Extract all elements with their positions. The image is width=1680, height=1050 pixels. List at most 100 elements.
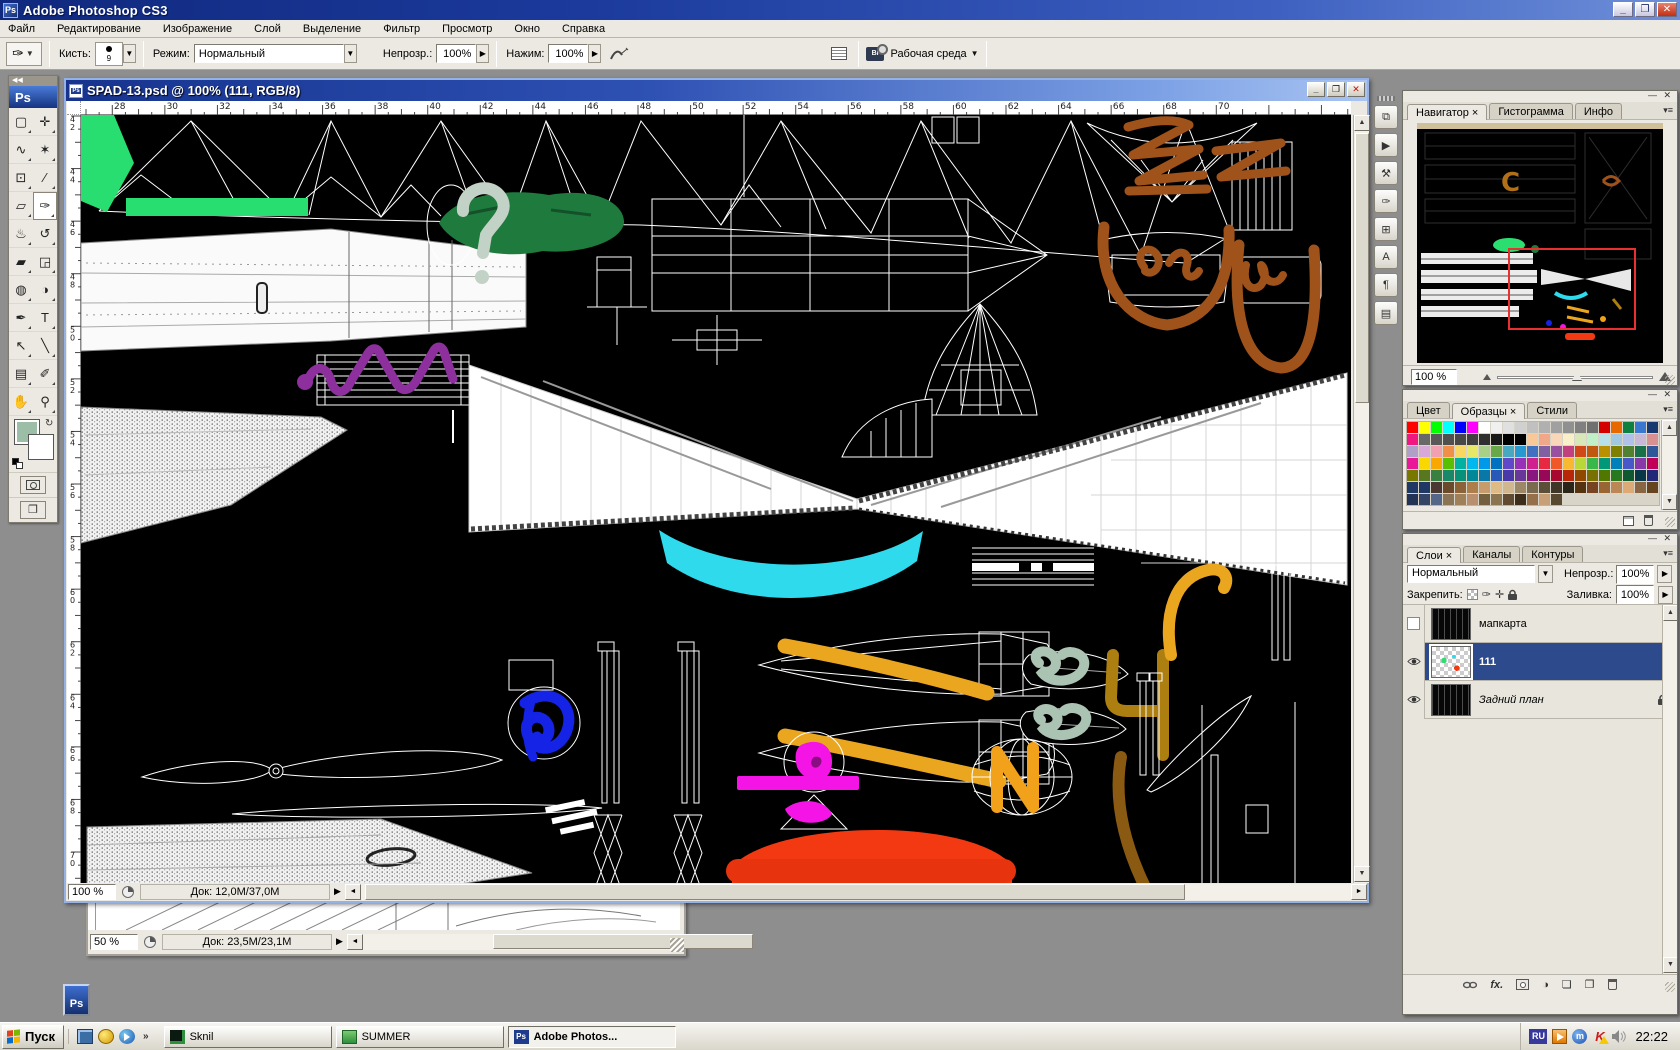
visibility-eye-icon[interactable] xyxy=(1403,642,1425,681)
color-swatch[interactable] xyxy=(1599,446,1610,457)
color-swatch[interactable] xyxy=(1623,422,1634,433)
color-swatch[interactable] xyxy=(1539,422,1550,433)
color-swatch[interactable] xyxy=(1479,434,1490,445)
color-swatch[interactable] xyxy=(1575,434,1586,445)
color-swatch[interactable] xyxy=(1575,458,1586,469)
color-swatch[interactable] xyxy=(1431,446,1442,457)
vscroll-thumb[interactable] xyxy=(1355,133,1369,403)
color-swatch[interactable] xyxy=(1635,482,1646,493)
layer-thumbnail[interactable] xyxy=(1429,643,1473,680)
mode-dropdown-arrow[interactable]: ▼ xyxy=(343,44,357,63)
tool-crop[interactable]: ⊡ xyxy=(9,164,33,192)
color-swatch[interactable] xyxy=(1443,470,1454,481)
color-swatch[interactable] xyxy=(1539,458,1550,469)
color-swatch[interactable] xyxy=(1551,446,1562,457)
toolbox-collapse-grip[interactable]: ◀◀ xyxy=(9,76,57,86)
color-swatch[interactable] xyxy=(1515,482,1526,493)
color-swatch[interactable] xyxy=(1551,470,1562,481)
color-swatch[interactable] xyxy=(1467,422,1478,433)
color-swatch[interactable] xyxy=(1611,482,1622,493)
color-swatch[interactable] xyxy=(1407,446,1418,457)
color-swatch[interactable] xyxy=(1467,446,1478,457)
tool-preset-picker[interactable]: ✑ ▼ xyxy=(6,41,42,66)
color-swatch[interactable] xyxy=(1467,494,1478,505)
task-button-Adobe Photos...[interactable]: Ps Adobe Photos... xyxy=(507,1025,676,1048)
color-swatch[interactable] xyxy=(1599,470,1610,481)
layer-thumbnail[interactable] xyxy=(1431,607,1471,640)
layer-thumbnail[interactable] xyxy=(1431,683,1471,716)
task-button-Sknil[interactable]: Sknil xyxy=(163,1025,332,1048)
color-swatch[interactable] xyxy=(1491,434,1502,445)
color-swatch[interactable] xyxy=(1455,458,1466,469)
tool-move[interactable]: ✛ xyxy=(33,108,57,136)
quick-mask-button[interactable] xyxy=(20,476,46,494)
color-swatch[interactable] xyxy=(1563,470,1574,481)
layer-blend-mode-select[interactable]: Нормальный xyxy=(1407,565,1535,583)
color-swatch[interactable] xyxy=(1575,422,1586,433)
color-swatch[interactable] xyxy=(1611,446,1622,457)
visibility-eye-icon[interactable] xyxy=(1403,680,1425,719)
lock-position-icon[interactable]: ✛ xyxy=(1495,588,1504,601)
color-swatch[interactable] xyxy=(1491,458,1502,469)
color-swatch[interactable] xyxy=(1407,494,1418,505)
tool-path-selection[interactable]: ↖ xyxy=(9,332,33,360)
menu-item-Окно[interactable]: Окно xyxy=(514,23,540,35)
scroll-up-icon[interactable]: ▲ xyxy=(1662,420,1677,436)
color-swatch[interactable] xyxy=(1515,422,1526,433)
color-swatch[interactable] xyxy=(1563,458,1574,469)
color-swatch[interactable] xyxy=(1431,482,1442,493)
swatches-scrollbar[interactable]: ▲ ▼ xyxy=(1661,420,1677,510)
tool-hand[interactable]: ✋ xyxy=(9,388,33,416)
color-swatch[interactable] xyxy=(1563,482,1574,493)
doc-size-readout[interactable]: Док: 12,0М/37,0М xyxy=(140,884,330,900)
color-swatch[interactable] xyxy=(1527,458,1538,469)
color-swatch[interactable] xyxy=(1647,434,1658,445)
doc-vscrollbar[interactable]: ▲ ▼ xyxy=(1353,115,1370,883)
tool-zoom[interactable]: ⚲ xyxy=(33,388,57,416)
color-swatch[interactable] xyxy=(1431,494,1442,505)
tool-eyedropper[interactable]: ✐ xyxy=(33,360,57,388)
layers-tab-Каналы[interactable]: Каналы xyxy=(1463,546,1521,562)
flow-field[interactable]: 100% xyxy=(548,44,589,63)
color-swatch[interactable] xyxy=(1479,494,1490,505)
panel-resize-grip[interactable] xyxy=(1665,517,1675,527)
tool-lasso[interactable]: ∿ xyxy=(9,136,33,164)
scroll-down-icon[interactable]: ▼ xyxy=(1662,494,1677,510)
adjustment-layer-icon[interactable]: ◑ xyxy=(1542,979,1549,991)
menu-item-Файл[interactable]: Файл xyxy=(8,23,35,35)
tool-clone-stamp[interactable]: ♨ xyxy=(9,220,33,248)
color-swatch[interactable] xyxy=(1455,422,1466,433)
color-swatch[interactable] xyxy=(1407,482,1418,493)
color-swatch[interactable] xyxy=(1515,470,1526,481)
color-swatch[interactable] xyxy=(1539,434,1550,445)
color-swatch[interactable] xyxy=(1479,482,1490,493)
dock-clone-source-icon[interactable]: ⊞ xyxy=(1374,217,1398,241)
default-colors-icon[interactable] xyxy=(12,458,24,469)
color-swatch[interactable] xyxy=(1635,434,1646,445)
color-swatch[interactable] xyxy=(1419,494,1430,505)
color-swatch[interactable] xyxy=(1467,482,1478,493)
navigator-preview[interactable]: C xyxy=(1403,120,1677,365)
navigator-zoom-slider[interactable] xyxy=(1497,370,1653,384)
dock-actions-icon[interactable]: ▶ xyxy=(1374,133,1398,157)
color-swatch[interactable] xyxy=(1467,434,1478,445)
tool-eraser[interactable]: ▰ xyxy=(9,248,33,276)
navigator-zoom-field[interactable]: 100 % xyxy=(1411,368,1457,385)
color-swatch[interactable] xyxy=(1551,482,1562,493)
color-swatch[interactable] xyxy=(1551,434,1562,445)
layer-name[interactable]: Задний план xyxy=(1479,694,1544,706)
color-swatch[interactable] xyxy=(1623,482,1634,493)
color-swatch[interactable] xyxy=(1623,458,1634,469)
panel-menu-icon[interactable]: ▾≡ xyxy=(1663,404,1673,415)
layer-row-Задний план[interactable]: Задний план xyxy=(1403,680,1677,719)
color-swatch[interactable] xyxy=(1467,470,1478,481)
color-swatch[interactable] xyxy=(1515,434,1526,445)
color-swatch[interactable] xyxy=(1491,446,1502,457)
doc2-zoom-field[interactable]: 50 % xyxy=(90,934,138,950)
color-swatch[interactable] xyxy=(1527,470,1538,481)
color-swatch[interactable] xyxy=(1479,458,1490,469)
layers-tab-Слои[interactable]: Слои × xyxy=(1407,547,1462,563)
color-swatch[interactable] xyxy=(1623,470,1634,481)
color-swatch[interactable] xyxy=(1587,470,1598,481)
color-swatch[interactable] xyxy=(1527,434,1538,445)
